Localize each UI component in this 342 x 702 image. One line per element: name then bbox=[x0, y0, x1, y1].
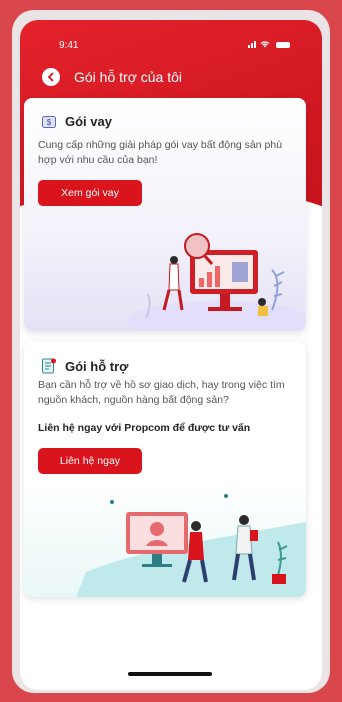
support-package-card: Gói hỗ trợ Bạn cần hỗ trợ về hồ sơ giao … bbox=[24, 342, 306, 597]
view-loan-button[interactable]: Xem gói vay bbox=[38, 180, 142, 206]
loan-icon: $ bbox=[42, 115, 56, 128]
signal-icon bbox=[248, 41, 256, 48]
support-document-icon bbox=[42, 358, 56, 374]
status-time: 9:41 bbox=[59, 40, 79, 51]
card-title: Gói hỗ trợ bbox=[65, 358, 129, 374]
battery-icon bbox=[276, 42, 290, 48]
svg-text:$: $ bbox=[47, 118, 52, 127]
loan-illustration bbox=[127, 233, 306, 331]
contact-cta-text: Liên hệ ngay với Propcom để được tư vấn bbox=[38, 422, 251, 434]
card-header: Gói hỗ trợ bbox=[42, 358, 128, 374]
status-bar: 9:41 bbox=[20, 20, 322, 54]
card-description: Bạn cần hỗ trợ về hồ sơ giao dịch, hay t… bbox=[38, 379, 285, 406]
back-button[interactable] bbox=[42, 68, 60, 86]
card-description: Cung cấp những giải pháp gói vay bất độn… bbox=[38, 139, 283, 166]
loan-package-card: $ Gói vay Cung cấp những giải pháp gói v… bbox=[24, 98, 306, 331]
support-illustration bbox=[76, 494, 306, 597]
home-indicator bbox=[128, 672, 212, 676]
card-title: Gói vay bbox=[65, 114, 112, 129]
card-header: $ Gói vay bbox=[42, 114, 112, 129]
back-arrow-icon bbox=[47, 72, 54, 82]
page-title: Gói hỗ trợ của tôi bbox=[74, 69, 183, 85]
nav-bar: Gói hỗ trợ của tôi bbox=[20, 68, 322, 98]
contact-now-button[interactable]: Liên hệ ngay bbox=[38, 448, 142, 474]
phone-screen: 9:41 Gói hỗ trợ của tôi $ Gói vay Cung c… bbox=[20, 20, 322, 690]
wifi-icon bbox=[260, 41, 270, 48]
status-icons bbox=[248, 40, 290, 48]
